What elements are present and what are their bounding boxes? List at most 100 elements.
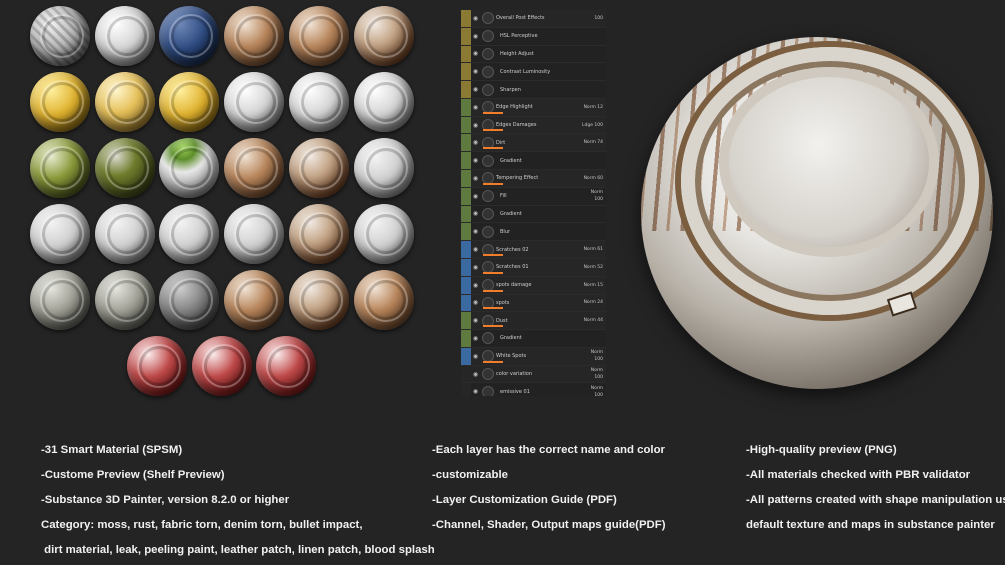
material-sphere-thumbnail[interactable]	[288, 72, 349, 132]
material-sphere-thumbnail[interactable]	[191, 336, 252, 396]
material-sphere-thumbnail[interactable]	[30, 270, 90, 330]
layer-row[interactable]: ◉ Gradient	[461, 330, 606, 348]
layer-thumbnail-icon	[482, 30, 494, 43]
layer-color-tag	[461, 27, 471, 45]
layer-row[interactable]: ◉ HSL Perceptive	[461, 27, 606, 46]
layer-blend-opacity: Norm 12	[583, 104, 603, 110]
layer-color-tag	[461, 152, 471, 170]
material-sphere-thumbnail[interactable]	[224, 72, 285, 132]
layer-row[interactable]: ◉ Edges Damages Ldge 100	[461, 116, 606, 135]
layer-row[interactable]: ◉ emissive 01 Norm 100	[461, 383, 606, 396]
layer-mask-bar	[483, 129, 503, 132]
layer-color-tag	[461, 10, 471, 27]
layer-thumbnail-icon	[482, 154, 494, 167]
layer-row[interactable]: ◉ Scratches 02 Norm 61	[461, 241, 606, 259]
layer-row[interactable]: ◉ Dust Norm 44	[461, 312, 606, 331]
visibility-eye-icon[interactable]: ◉	[471, 139, 480, 146]
layer-color-tag	[461, 365, 471, 383]
layer-row[interactable]: ◉ Fill Norm 100	[461, 187, 606, 206]
visibility-eye-icon[interactable]: ◉	[471, 193, 480, 200]
layer-row[interactable]: ◉ Sharpen	[461, 81, 606, 99]
visibility-eye-icon[interactable]: ◉	[471, 228, 480, 235]
material-sphere-thumbnail[interactable]	[159, 72, 220, 132]
layer-thumbnail-icon	[482, 332, 494, 345]
material-sphere-thumbnail[interactable]	[30, 6, 90, 66]
visibility-eye-icon[interactable]: ◉	[471, 264, 480, 271]
material-sphere-thumbnail[interactable]	[159, 6, 220, 66]
material-sphere-thumbnail[interactable]	[353, 72, 414, 132]
material-sphere-thumbnail[interactable]	[94, 72, 155, 132]
layer-row[interactable]: ◉ Tempering Effect Norm 60	[461, 170, 606, 188]
visibility-eye-icon[interactable]: ◉	[471, 50, 480, 57]
material-sphere-thumbnail[interactable]	[159, 138, 220, 198]
layer-color-tag	[461, 330, 471, 347]
layer-blend-opacity: 100	[594, 15, 603, 21]
material-sphere-thumbnail[interactable]	[30, 138, 90, 198]
features-left-column: -31 Smart Material (SPSM) -Custome Previ…	[41, 438, 435, 563]
material-sphere-thumbnail[interactable]	[159, 204, 220, 264]
layer-row[interactable]: ◉ color variation Norm 100	[461, 365, 606, 384]
material-sphere-thumbnail[interactable]	[94, 204, 155, 264]
visibility-eye-icon[interactable]: ◉	[471, 388, 480, 395]
layer-row[interactable]: ◉ Scratches 01 Norm 52	[461, 258, 606, 277]
layer-blend-opacity: Norm 100	[590, 190, 603, 203]
visibility-eye-icon[interactable]: ◉	[471, 353, 480, 360]
visibility-eye-icon[interactable]: ◉	[471, 282, 480, 289]
material-sphere-thumbnail[interactable]	[159, 270, 220, 330]
layer-row[interactable]: ◉ Contrast Luminosity	[461, 63, 606, 82]
material-sphere-thumbnail[interactable]	[353, 204, 414, 264]
layer-thumbnail-icon	[482, 368, 494, 381]
layer-row[interactable]: ◉ spots Norm 24	[461, 294, 606, 313]
material-sphere-thumbnail[interactable]	[256, 336, 317, 396]
material-sphere-thumbnail[interactable]	[224, 138, 285, 198]
layer-color-tag	[461, 205, 471, 223]
material-sphere-thumbnail[interactable]	[127, 336, 188, 396]
material-sphere-thumbnail[interactable]	[224, 204, 285, 264]
layer-color-tag	[461, 81, 471, 98]
layer-row[interactable]: ◉ Height Adjust	[461, 45, 606, 64]
layer-row[interactable]: ◉ Dirt Norm 74	[461, 134, 606, 153]
layer-row[interactable]: ◉ Overall Post Effects 100	[461, 10, 606, 28]
material-sphere-thumbnail[interactable]	[30, 72, 90, 132]
material-preview-sphere	[641, 37, 993, 389]
visibility-eye-icon[interactable]: ◉	[471, 175, 480, 182]
visibility-eye-icon[interactable]: ◉	[471, 299, 480, 306]
layer-mask-bar	[483, 147, 503, 150]
visibility-eye-icon[interactable]: ◉	[471, 15, 480, 22]
layer-blend-opacity: Norm 100	[590, 385, 603, 396]
visibility-eye-icon[interactable]: ◉	[471, 122, 480, 129]
visibility-eye-icon[interactable]: ◉	[471, 317, 480, 324]
visibility-eye-icon[interactable]: ◉	[471, 335, 480, 342]
layer-mask-bar	[483, 360, 503, 363]
material-sphere-thumbnail[interactable]	[30, 204, 90, 264]
layer-row[interactable]: ◉ White Spots Norm 100	[461, 347, 606, 366]
layer-color-tag	[461, 276, 471, 294]
material-sphere-thumbnail[interactable]	[353, 6, 414, 66]
layer-row[interactable]: ◉ Edge Highlight Norm 12	[461, 98, 606, 117]
visibility-eye-icon[interactable]: ◉	[471, 104, 480, 111]
material-sphere-thumbnail[interactable]	[94, 138, 155, 198]
material-sphere-thumbnail[interactable]	[288, 204, 349, 264]
material-sphere-thumbnail[interactable]	[353, 270, 414, 330]
material-sphere-thumbnail[interactable]	[224, 6, 285, 66]
layer-row[interactable]: ◉ spots damage Norm 15	[461, 276, 606, 295]
visibility-eye-icon[interactable]: ◉	[471, 68, 480, 75]
material-sphere-thumbnail[interactable]	[94, 270, 155, 330]
material-sphere-thumbnail[interactable]	[288, 138, 349, 198]
visibility-eye-icon[interactable]: ◉	[471, 157, 480, 164]
layer-row[interactable]: ◉ Blur	[461, 223, 606, 242]
visibility-eye-icon[interactable]: ◉	[471, 246, 480, 253]
layer-row[interactable]: ◉ Gradient	[461, 152, 606, 171]
material-sphere-thumbnail[interactable]	[288, 6, 349, 66]
material-sphere-thumbnail[interactable]	[94, 6, 155, 66]
visibility-eye-icon[interactable]: ◉	[471, 33, 480, 40]
visibility-eye-icon[interactable]: ◉	[471, 210, 480, 217]
visibility-eye-icon[interactable]: ◉	[471, 86, 480, 93]
layer-blend-opacity: Norm 60	[583, 175, 603, 181]
material-sphere-thumbnail[interactable]	[353, 138, 414, 198]
layer-color-tag	[461, 312, 471, 330]
layer-row[interactable]: ◉ Gradient	[461, 205, 606, 224]
material-sphere-thumbnail[interactable]	[224, 270, 285, 330]
material-sphere-thumbnail[interactable]	[288, 270, 349, 330]
visibility-eye-icon[interactable]: ◉	[471, 371, 480, 378]
